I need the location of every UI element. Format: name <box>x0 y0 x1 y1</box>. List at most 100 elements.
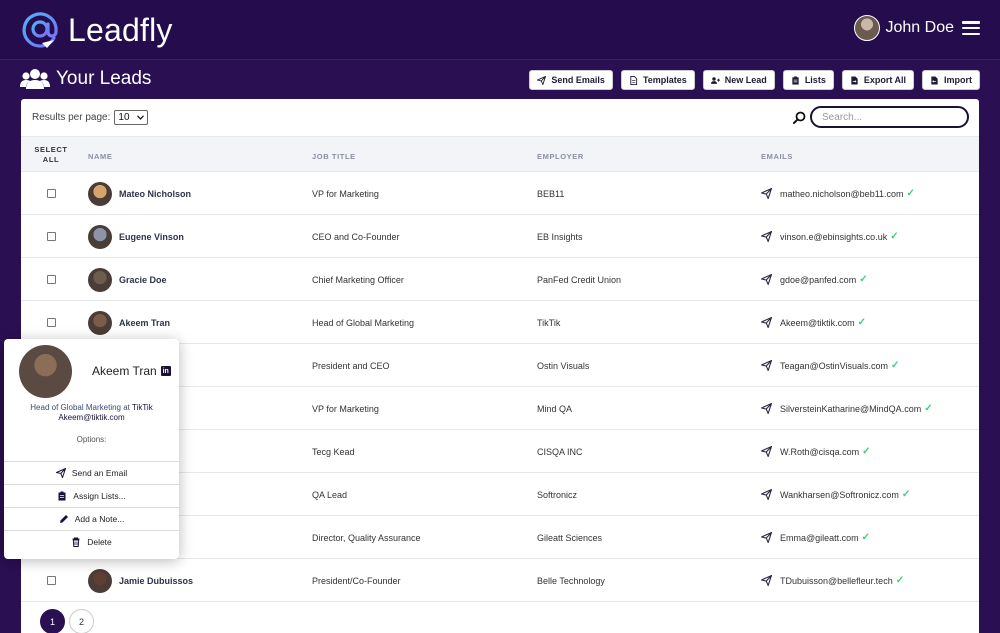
new-lead-button[interactable]: New Lead <box>702 70 775 90</box>
job-title-cell: CEO and Co-Founder <box>312 231 400 242</box>
job-title-cell: Tecg Kead <box>312 446 355 457</box>
avatar[interactable] <box>853 15 880 41</box>
logo[interactable]: Leadfly <box>20 10 173 50</box>
chevron-down-icon <box>137 115 145 120</box>
avatar[interactable] <box>88 267 112 292</box>
lead-name[interactable]: Mateo Nicholson <box>119 189 191 199</box>
search-input[interactable]: Search... <box>810 106 969 128</box>
table-row[interactable]: Mateo Nicholson VP for Marketing BEB11 math… <box>21 172 979 215</box>
row-checkbox[interactable] <box>47 189 56 198</box>
email-address[interactable]: TDubuisson@bellefleur.tech <box>780 576 893 586</box>
lists-button[interactable]: Lists <box>782 70 834 90</box>
employer-cell: BEB11 <box>537 188 565 199</box>
email-address[interactable]: vinson.e@ebinsights.co.uk <box>780 232 887 242</box>
row-select-cell <box>47 172 56 215</box>
lead-name[interactable]: Gracie Doe <box>119 275 167 285</box>
table-header: SELECT ALL NAME JOB TITLE EMPLOYER EMAILS <box>21 136 979 172</box>
employer-cell: EB Insights <box>537 231 583 242</box>
templates-button[interactable]: Templates <box>620 70 695 90</box>
paper-plane-icon[interactable] <box>761 360 772 371</box>
email-cell: vinson.e@ebinsights.co.uk ✓ <box>761 215 899 258</box>
paper-plane-icon[interactable] <box>761 403 772 414</box>
search-icon[interactable] <box>793 111 806 124</box>
row-select-cell <box>47 258 56 301</box>
paper-plane-icon[interactable] <box>761 317 772 328</box>
emails-column-header: EMAILS <box>761 152 793 161</box>
popup-email[interactable]: Akeem@tiktik.com <box>58 413 124 422</box>
trash-icon <box>72 537 80 547</box>
email-address[interactable]: Teagan@OstinVisuals.com <box>780 361 888 371</box>
paper-plane-icon[interactable] <box>761 532 772 543</box>
email-cell: Wankharsen@Softronicz.com ✓ <box>761 473 910 516</box>
employer-cell: PanFed Credit Union <box>537 274 622 285</box>
email-cell: Emma@gileatt.com ✓ <box>761 516 870 559</box>
row-checkbox[interactable] <box>47 232 56 241</box>
employer-cell: Mind QA <box>537 403 573 414</box>
paper-plane-icon[interactable] <box>761 188 772 199</box>
lead-name[interactable]: Akeem Tran <box>119 318 170 328</box>
send-an-email-button[interactable]: Send an Email <box>4 461 179 484</box>
email-address[interactable]: W.Roth@cisqa.com <box>780 447 859 457</box>
lead-detail-popup: Akeem Tran in Head of Global Marketing a… <box>4 339 179 559</box>
employer-column-header: EMPLOYER <box>537 152 584 161</box>
email-address[interactable]: Wankharsen@Softronicz.com <box>780 490 899 500</box>
send-emails-button[interactable]: Send Emails <box>529 70 613 90</box>
popup-company: TikTik <box>131 403 153 412</box>
import-button[interactable]: Import <box>922 70 980 90</box>
add-a-note-button[interactable]: Add a Note... <box>4 507 179 530</box>
results-per-page-select[interactable]: 10 <box>114 110 149 125</box>
select-all-header[interactable]: SELECT ALL <box>31 145 71 165</box>
search-bar: Search... <box>793 106 969 128</box>
email-cell: Akeem@tiktik.com ✓ <box>761 301 866 344</box>
employer-cell: Belle Technology <box>537 575 605 586</box>
paper-plane-icon[interactable] <box>761 446 772 457</box>
paper-plane-icon[interactable] <box>761 274 772 285</box>
verified-check-icon: ✓ <box>862 446 871 457</box>
linkedin-icon[interactable]: in <box>160 366 171 376</box>
table-row[interactable]: Jamie Dubuissos President/Co-Founder Belle… <box>21 559 979 602</box>
verified-check-icon: ✓ <box>857 317 867 328</box>
people-icon <box>20 69 50 89</box>
job-title-cell: VP for Marketing <box>312 188 379 199</box>
email-address[interactable]: Emma@gileatt.com <box>780 533 859 543</box>
name-cell: Jamie Dubuissos <box>88 559 193 602</box>
name-cell: Eugene Vinson <box>88 215 184 258</box>
results-per-page: Results per page: 10 <box>32 110 149 125</box>
email-address[interactable]: matheo.nicholson@beb11.com <box>780 189 904 199</box>
table-row[interactable]: Gracie Doe Chief Marketing Officer PanFed … <box>21 258 979 301</box>
export-all-button[interactable]: Export All <box>841 70 914 90</box>
verified-check-icon: ✓ <box>861 532 871 543</box>
avatar[interactable] <box>88 181 112 206</box>
row-select-cell <box>47 559 56 602</box>
name-column-header: NAME <box>88 152 113 161</box>
row-checkbox[interactable] <box>47 275 56 284</box>
page-button-1[interactable]: 1 <box>40 609 65 633</box>
popup-job-info: Head of Global Marketing at TikTik Akeem… <box>30 403 153 422</box>
delete-button[interactable]: Delete <box>4 530 179 553</box>
avatar[interactable] <box>88 568 112 593</box>
name-cell: Mateo Nicholson <box>88 172 191 215</box>
paper-plane-icon[interactable] <box>761 231 772 242</box>
row-checkbox[interactable] <box>47 318 56 327</box>
page-button-2[interactable]: 2 <box>69 609 94 633</box>
email-address[interactable]: Akeem@tiktik.com <box>780 318 855 328</box>
paper-plane-icon[interactable] <box>761 489 772 500</box>
job-title-column-header: JOB TITLE <box>312 152 356 161</box>
lead-name[interactable]: Jamie Dubuissos <box>119 576 193 586</box>
user-name[interactable]: John Doe <box>886 19 955 37</box>
table-row[interactable]: Akeem Tran Head of Global Marketing TikTik… <box>21 301 979 344</box>
hamburger-menu-icon[interactable] <box>962 21 980 35</box>
job-title-cell: QA Lead <box>312 489 348 500</box>
avatar[interactable] <box>88 310 112 335</box>
user-menu[interactable]: John Doe <box>853 15 980 41</box>
row-checkbox[interactable] <box>47 576 56 585</box>
avatar[interactable] <box>88 224 112 249</box>
lead-name[interactable]: Eugene Vinson <box>119 232 184 242</box>
assign-lists-button[interactable]: Assign Lists... <box>4 484 179 507</box>
verified-check-icon: ✓ <box>895 575 905 586</box>
email-address[interactable]: gdoe@panfed.com <box>780 275 856 285</box>
table-row[interactable]: Eugene Vinson CEO and Co-Founder EB Insigh… <box>21 215 979 258</box>
email-address[interactable]: SilversteinKatharine@MindQA.com <box>780 404 921 414</box>
file-export-icon <box>851 75 858 85</box>
paper-plane-icon[interactable] <box>761 575 772 586</box>
